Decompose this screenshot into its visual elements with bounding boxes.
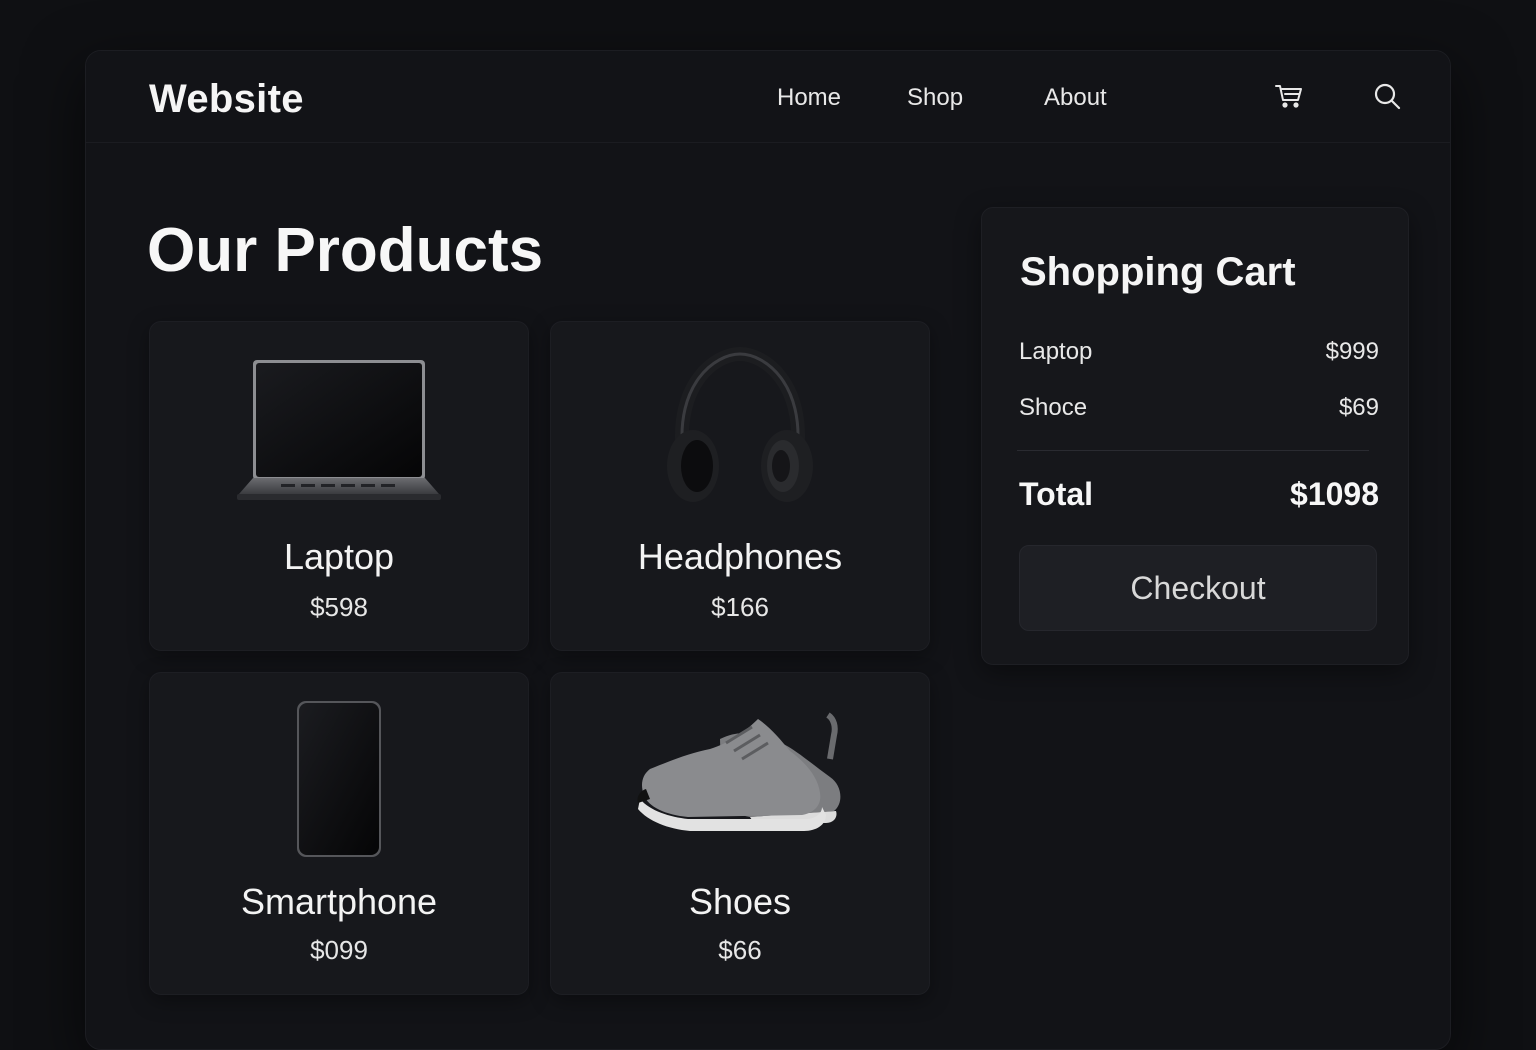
product-price: $598 [310, 592, 368, 622]
product-card-shoes[interactable]: Shoes $66 [550, 672, 930, 995]
checkout-button[interactable]: Checkout [1019, 545, 1377, 631]
cart-total-value: $1098 [1290, 476, 1379, 512]
product-name: Laptop [283, 536, 395, 577]
product-card-laptop[interactable]: Laptop $598 [149, 321, 529, 651]
product-price: $099 [310, 935, 368, 965]
product-price: $66 [718, 935, 762, 965]
cart-divider [1017, 450, 1369, 451]
product-price: $166 [711, 592, 769, 622]
product-name: Headphones [637, 536, 843, 577]
product-card-smartphone[interactable]: Smartphone $099 [149, 672, 529, 995]
search-icon[interactable] [1370, 79, 1404, 113]
cart-item-name: Shoce [1019, 394, 1088, 421]
nav-link-shop[interactable]: Shop [907, 84, 963, 112]
laptop-image [150, 344, 528, 514]
product-name: Shoes [688, 881, 792, 922]
smartphone-image [150, 699, 528, 859]
cart-total-label: Total [1019, 476, 1094, 512]
navbar: Website Home Shop About [86, 51, 1450, 143]
nav-link-about[interactable]: About [1044, 84, 1107, 112]
product-card-headphones[interactable]: Headphones $166 [550, 321, 930, 651]
shoes-image [551, 699, 929, 859]
cart-icon[interactable] [1272, 79, 1306, 113]
site-logo[interactable]: Website [149, 77, 304, 122]
headphones-image [551, 344, 929, 514]
page-title: Our Products [147, 216, 544, 285]
cart-item-name: Laptop [1019, 338, 1093, 365]
app-window: Website Home Shop About Our Products Lap… [85, 50, 1451, 1050]
nav-link-home[interactable]: Home [777, 84, 841, 112]
cart-item-price: $69 [1338, 394, 1379, 421]
shopping-cart-panel: Shopping Cart Laptop $999 Shoce $69 Tota… [981, 207, 1409, 665]
cart-item-price: $999 [1325, 338, 1379, 365]
cart-title: Shopping Cart [1020, 250, 1296, 294]
product-name: Smartphone [240, 881, 438, 922]
